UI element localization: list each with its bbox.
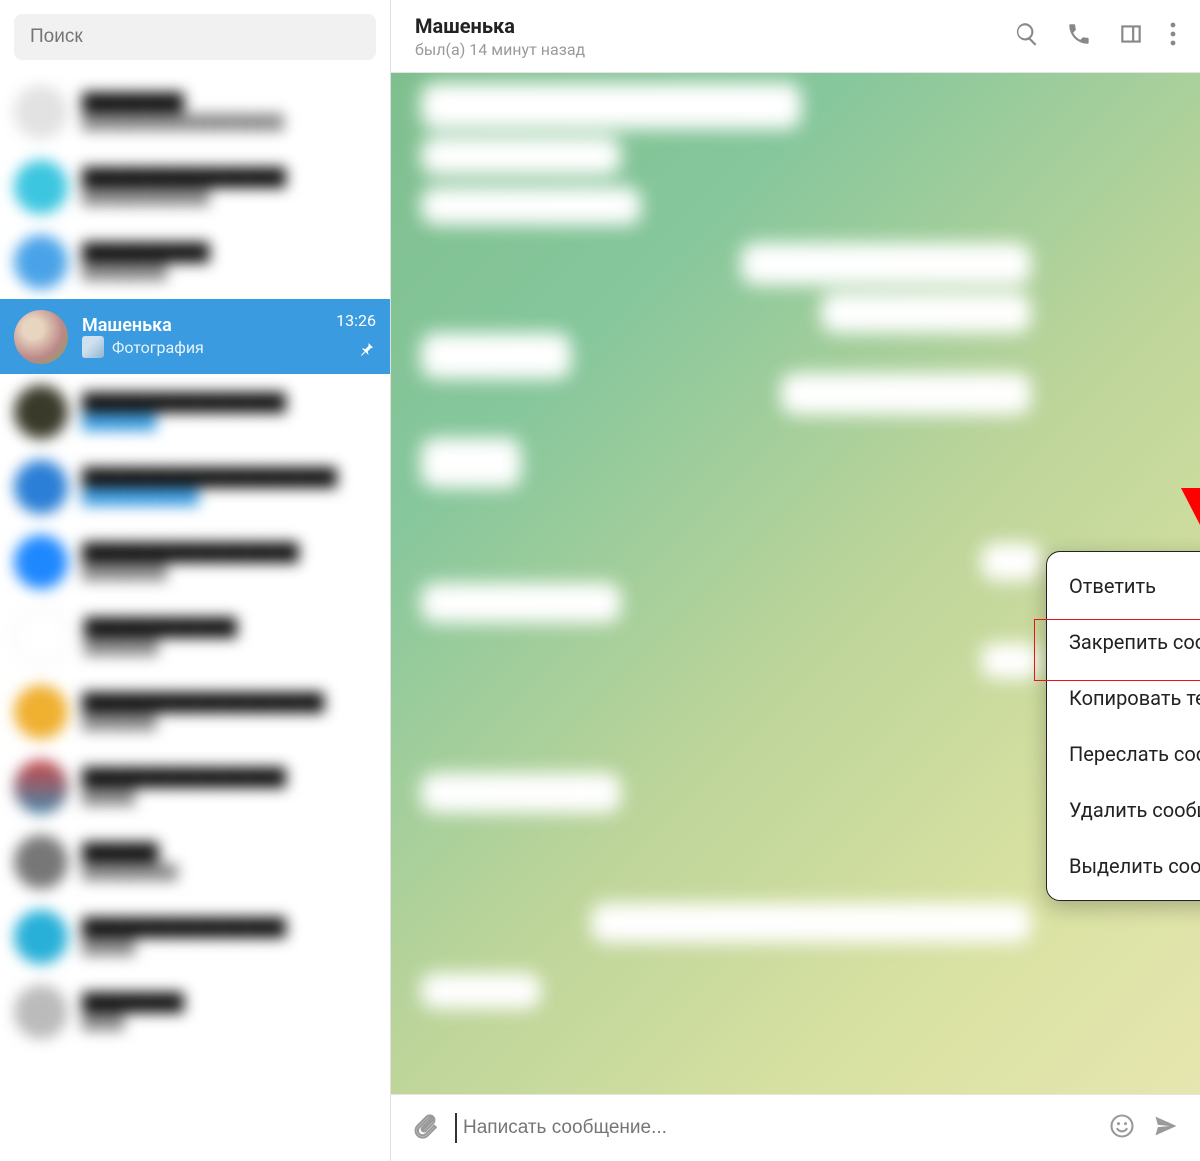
chat-row-preview-label: Фотография	[112, 338, 204, 357]
chat-row[interactable]: ███████████████████████████████	[0, 449, 390, 524]
chat-row[interactable]: ███████████████	[0, 824, 390, 899]
sidepanel-icon[interactable]	[1118, 21, 1144, 51]
avatar	[14, 460, 68, 514]
call-icon[interactable]	[1066, 21, 1092, 51]
avatar	[14, 535, 68, 589]
chat-header-status: был(а) 14 минут назад	[415, 40, 996, 59]
avatar	[14, 910, 68, 964]
chat-row-preview: Фотография	[82, 336, 322, 358]
attach-icon[interactable]	[411, 1112, 439, 1144]
emoji-icon[interactable]	[1108, 1112, 1136, 1144]
chat-header: Машенька был(а) 14 минут назад	[391, 0, 1200, 73]
more-icon[interactable]	[1170, 21, 1176, 51]
menu-item-pin[interactable]: Закрепить сообщение	[1047, 614, 1200, 670]
pin-icon	[358, 340, 376, 362]
message-composer	[391, 1094, 1200, 1161]
chat-header-info[interactable]: Машенька был(а) 14 минут назад	[415, 14, 996, 59]
send-icon[interactable]	[1152, 1112, 1180, 1144]
avatar	[14, 760, 68, 814]
chat-list-sidebar: ███████████████████████████ ████████████…	[0, 0, 391, 1161]
photo-thumb-icon	[82, 336, 104, 358]
avatar	[14, 235, 68, 289]
message-context-menu: Ответить Закрепить сообщение Копировать …	[1046, 551, 1200, 901]
chat-main: Машенька был(а) 14 минут назад	[391, 0, 1200, 1161]
chat-row[interactable]: ███████████████████████	[0, 374, 390, 449]
chat-row[interactable]: ███████████████████	[0, 599, 390, 674]
message-input[interactable]	[455, 1113, 1092, 1143]
app-root: ███████████████████████████ ████████████…	[0, 0, 1200, 1161]
avatar	[14, 385, 68, 439]
chat-row-time: 13:26	[336, 311, 376, 330]
menu-item-copy[interactable]: Копировать текст	[1047, 670, 1200, 726]
search-icon[interactable]	[1014, 21, 1040, 51]
chat-row-meta: 13:26	[336, 311, 376, 362]
chat-row[interactable]: █████████████████████████	[0, 524, 390, 599]
chat-row-text: Машенька Фотография	[82, 315, 322, 358]
chat-header-name: Машенька	[415, 14, 996, 38]
chat-row[interactable]: ██████████████████	[0, 224, 390, 299]
menu-item-delete[interactable]: Удалить сообщение	[1047, 782, 1200, 838]
menu-item-select[interactable]: Выделить сообщение	[1047, 838, 1200, 894]
chat-row-title: Машенька	[82, 315, 322, 336]
menu-item-reply[interactable]: Ответить	[1047, 558, 1200, 614]
avatar	[14, 985, 68, 1039]
chat-list: ███████████████████████████ ████████████…	[0, 74, 390, 1161]
chat-row[interactable]: ███████████████████████████	[0, 74, 390, 149]
avatar	[14, 310, 68, 364]
chat-row[interactable]: ████████████	[0, 974, 390, 1049]
avatar	[14, 609, 70, 665]
chat-row[interactable]: ████████████████████████████	[0, 149, 390, 224]
search-container	[0, 0, 390, 74]
avatar	[14, 685, 68, 739]
chat-row[interactable]: █████████████████████	[0, 899, 390, 974]
avatar	[14, 160, 68, 214]
avatar	[14, 835, 68, 889]
chat-row[interactable]: ██████████████████████████	[0, 674, 390, 749]
chat-header-actions	[1014, 21, 1176, 51]
avatar	[14, 85, 68, 139]
chat-body[interactable]: Ответить Закрепить сообщение Копировать …	[391, 73, 1200, 1094]
search-input[interactable]	[14, 14, 376, 60]
chat-row[interactable]: █████████████████████	[0, 749, 390, 824]
chat-row-selected[interactable]: Машенька Фотография 13:26	[0, 299, 390, 374]
menu-item-forward[interactable]: Переслать сообщение	[1047, 726, 1200, 782]
